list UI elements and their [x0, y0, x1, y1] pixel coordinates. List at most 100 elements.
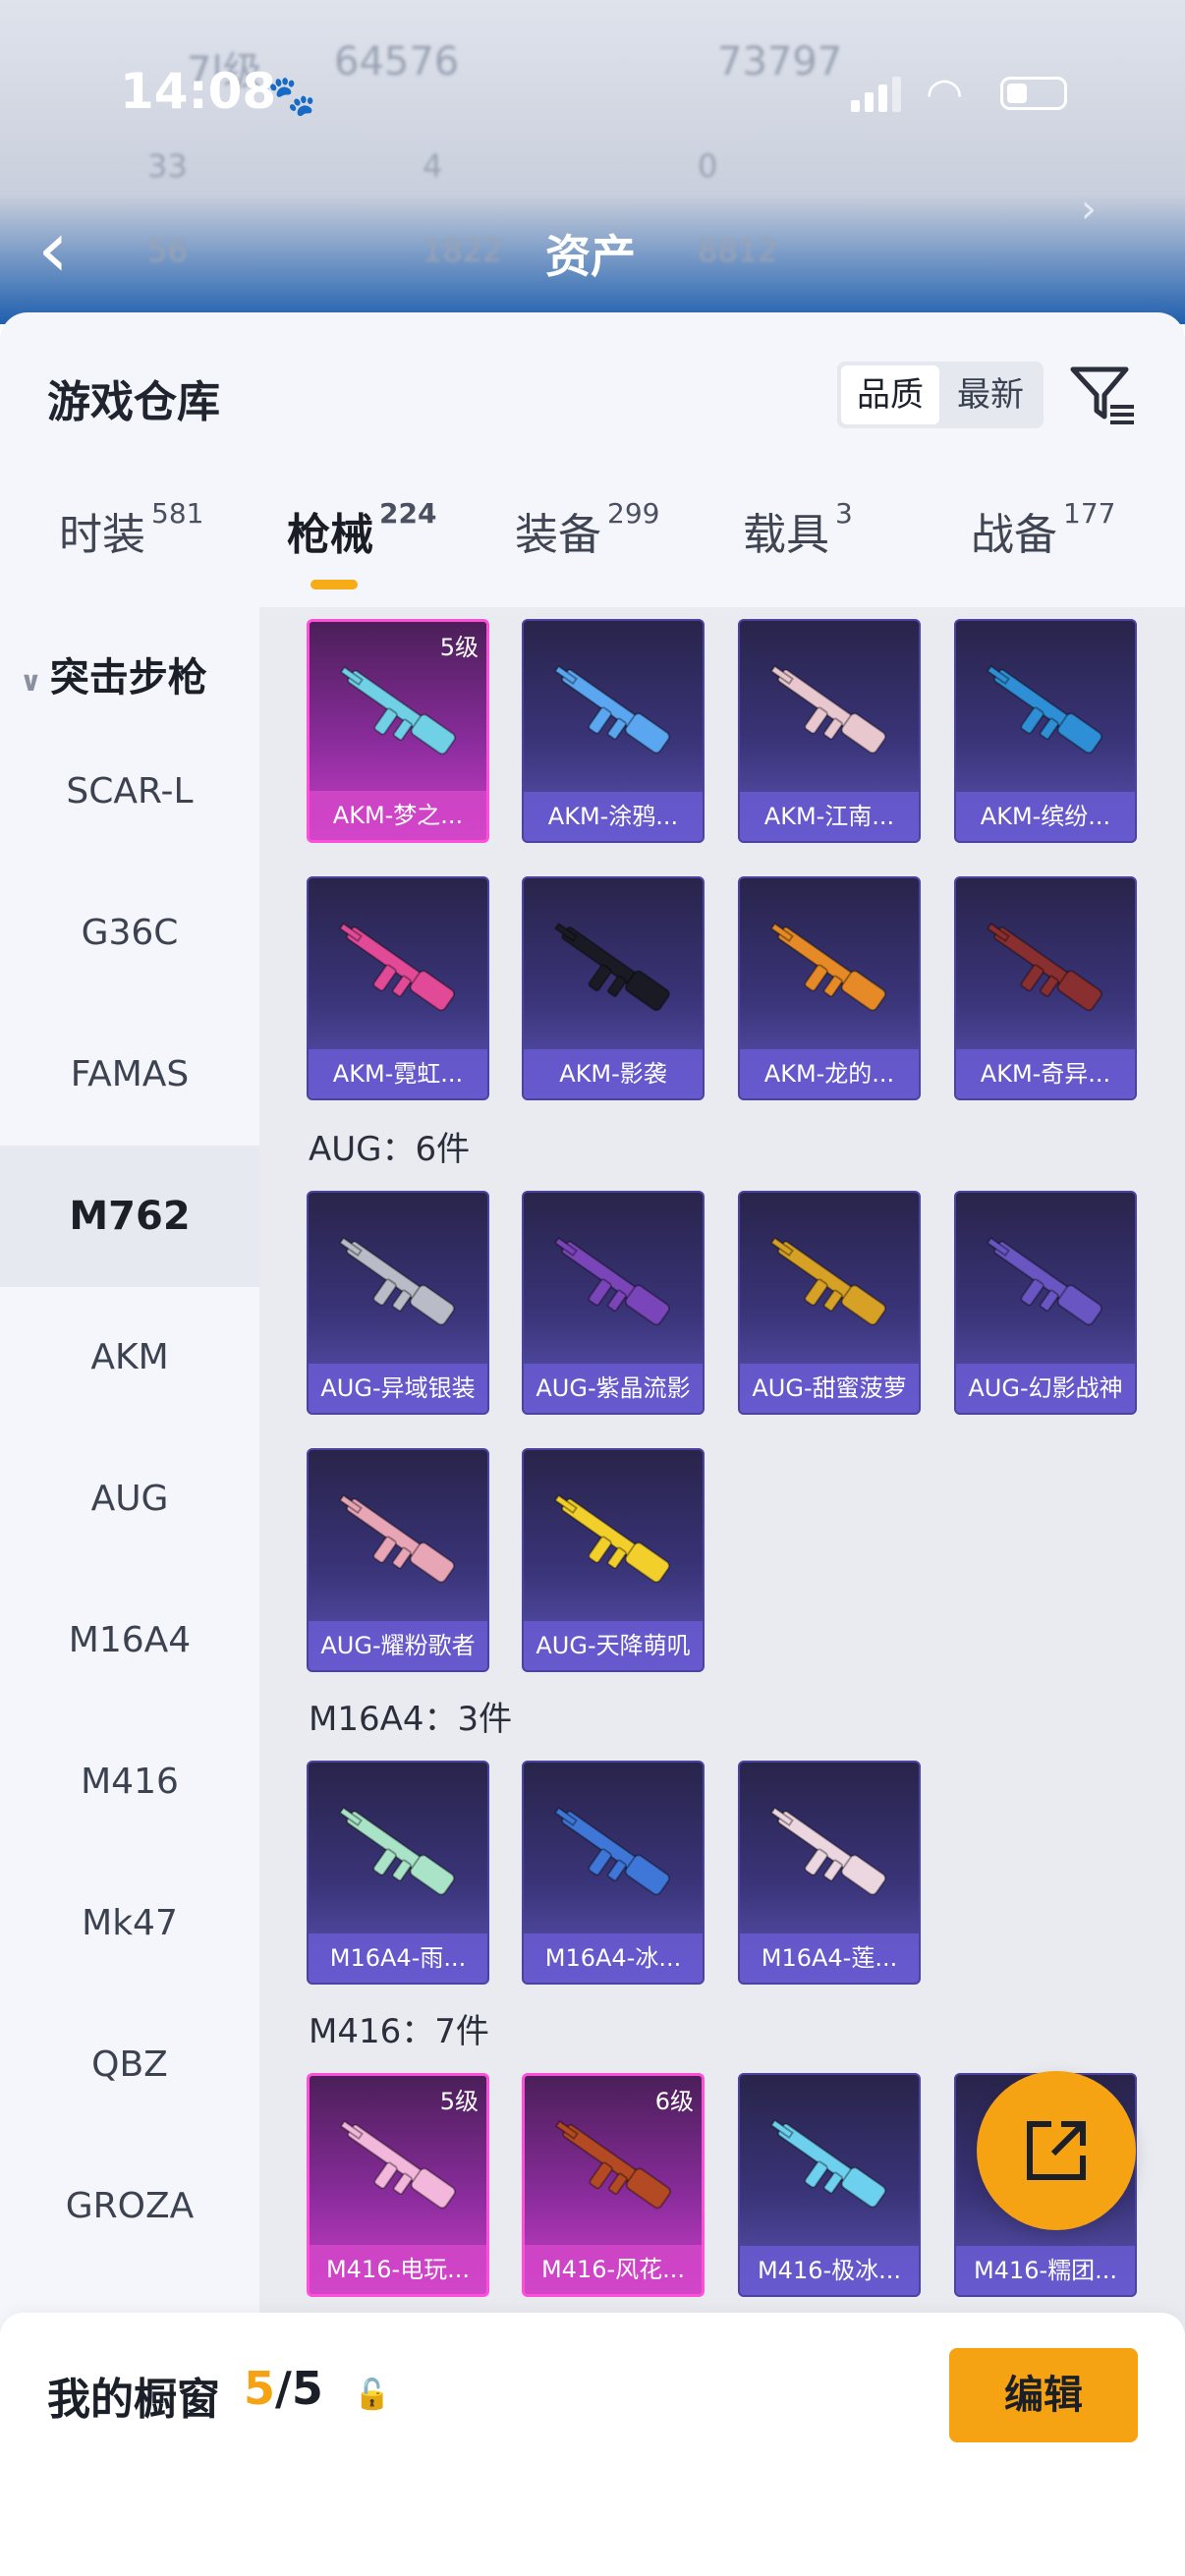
item-level-badge: 5级	[439, 634, 479, 661]
gun-icon	[553, 1236, 670, 1326]
lock-icon: 🔓	[354, 2378, 391, 2412]
gun-icon	[338, 922, 455, 1012]
item-card[interactable]: 5级 M416-电玩...	[307, 2073, 489, 2297]
gun-icon	[553, 664, 670, 755]
sidebar-item[interactable]: G36C	[0, 863, 259, 1004]
item-name: AUG-紫晶流影	[524, 1364, 703, 1413]
bg-stat: 0	[698, 147, 718, 185]
item-name: AUG-甜蜜菠萝	[740, 1364, 919, 1413]
tab-equipment[interactable]: 装备 299	[515, 497, 659, 562]
item-card[interactable]: 5级 AKM-梦之...	[307, 619, 489, 843]
sidebar-item[interactable]: SCAR-L	[0, 721, 259, 863]
back-arrow-icon[interactable]: ‹	[37, 210, 69, 289]
gun-icon	[986, 1236, 1102, 1326]
item-card[interactable]: AUG-异域银装	[307, 1191, 489, 1415]
item-card[interactable]: AUG-天降萌叽	[522, 1448, 705, 1672]
item-card[interactable]: AKM-龙的...	[738, 876, 921, 1100]
item-card[interactable]: AUG-甜蜜菠萝	[738, 1191, 921, 1415]
item-card[interactable]: AKM-奇异...	[954, 876, 1137, 1100]
gun-icon	[338, 1236, 455, 1326]
sort-option-newest[interactable]: 最新	[941, 365, 1040, 424]
gun-icon	[986, 922, 1102, 1012]
item-card[interactable]: M16A4-冰...	[522, 1761, 705, 1985]
item-card[interactable]: AKM-江南...	[738, 619, 921, 843]
item-card[interactable]: 6级 M416-风花...	[522, 2073, 705, 2297]
item-card[interactable]: AUG-幻影战神	[954, 1191, 1137, 1415]
gun-icon	[554, 2119, 671, 2210]
signal-icon	[851, 77, 906, 112]
status-bar: 14:08 🐾 ◠	[0, 59, 1185, 128]
sidebar-item[interactable]: M16A4	[0, 1570, 259, 1711]
share-fab[interactable]	[977, 2071, 1136, 2230]
sidebar-category-label: 突击步枪	[49, 655, 207, 700]
chevron-down-icon: ∨	[20, 665, 42, 698]
item-name: M416-极冰...	[740, 2246, 919, 2295]
gun-icon	[339, 2119, 456, 2210]
tab-outfits[interactable]: 时装 581	[59, 497, 203, 562]
item-name: M16A4-雨...	[309, 1933, 487, 1983]
item-name: M416-电玩...	[310, 2245, 486, 2294]
showcase-used: 5	[244, 2362, 276, 2415]
battery-icon	[1000, 77, 1067, 110]
item-level-badge: 5级	[439, 2088, 479, 2115]
item-name: M16A4-莲...	[740, 1933, 919, 1983]
group-header: AUG：6件	[309, 1130, 471, 1169]
paw-icon: 🐾	[267, 74, 316, 119]
item-name: M416-风花...	[525, 2245, 702, 2294]
item-name: AUG-幻影战神	[956, 1364, 1135, 1413]
item-card[interactable]: AKM-缤纷...	[954, 619, 1137, 843]
background-page: 7l级 64576 73797 33 4 0 56 1822 8812 14:0…	[0, 0, 1185, 324]
item-name: M16A4-冰...	[524, 1933, 703, 1983]
item-name: AKM-影袭	[524, 1049, 703, 1098]
sidebar-item[interactable]: Mk47	[0, 1853, 259, 1994]
gun-icon	[338, 1493, 455, 1584]
item-name: AKM-涂鸦...	[524, 792, 703, 841]
item-card[interactable]: M16A4-雨...	[307, 1761, 489, 1985]
sidebar-item[interactable]: GROZA	[0, 2136, 259, 2277]
gun-icon	[769, 664, 886, 755]
item-name: AKM-奇异...	[956, 1049, 1135, 1098]
group-header: M416：7件	[309, 2012, 489, 2051]
item-card[interactable]: AUG-紫晶流影	[522, 1191, 705, 1415]
item-name: M416-糯团...	[956, 2246, 1135, 2295]
external-link-icon	[1027, 2121, 1086, 2180]
item-card[interactable]: AUG-耀粉歌者	[307, 1448, 489, 1672]
gun-icon	[553, 1806, 670, 1896]
sidebar-item[interactable]: AUG	[0, 1428, 259, 1570]
item-card[interactable]: M16A4-莲...	[738, 1761, 921, 1985]
showcase-count: 5/5	[244, 2362, 323, 2415]
inventory-sheet: 游戏仓库 品质 最新 时装 581 枪械 224 装备 299 载具 3 战备 177 ∨…	[0, 312, 1185, 2576]
bg-page-title: 资产	[545, 230, 636, 283]
item-name: AUG-异域银装	[309, 1364, 487, 1413]
item-card[interactable]: AKM-影袭	[522, 876, 705, 1100]
sheet-title: 游戏仓库	[47, 377, 220, 427]
sidebar-item-active[interactable]: M762	[0, 1146, 259, 1287]
item-card[interactable]: AKM-霓虹...	[307, 876, 489, 1100]
sort-toggle[interactable]: 品质 最新	[837, 362, 1044, 428]
sidebar-item[interactable]: FAMAS	[0, 1004, 259, 1146]
item-card[interactable]: M416-极冰...	[738, 2073, 921, 2297]
bg-stat: 8812	[698, 232, 778, 269]
tab-supplies[interactable]: 战备 177	[971, 497, 1115, 562]
filter-icon[interactable]	[1069, 360, 1138, 428]
sort-option-quality[interactable]: 品质	[841, 365, 939, 424]
item-name: AKM-梦之...	[310, 791, 486, 840]
bg-stat: 56	[147, 232, 188, 269]
item-name: AUG-天降萌叽	[524, 1621, 703, 1670]
sidebar-item[interactable]: M416	[0, 1711, 259, 1853]
gun-icon	[553, 1493, 670, 1584]
gun-icon	[769, 2118, 886, 2209]
gun-icon	[986, 664, 1102, 755]
showcase-label: 我的橱窗	[47, 2375, 220, 2425]
status-time: 14:08	[120, 63, 277, 120]
tab-guns[interactable]: 枪械 224	[287, 497, 436, 562]
sidebar-item[interactable]: QBZ	[0, 1994, 259, 2136]
sidebar-item[interactable]: AKM	[0, 1287, 259, 1428]
gun-icon	[339, 665, 456, 756]
item-name: AKM-缤纷...	[956, 792, 1135, 841]
gun-icon	[769, 922, 886, 1012]
bg-stat: 1822	[423, 232, 503, 269]
edit-button[interactable]: 编辑	[949, 2348, 1138, 2442]
tab-vehicles[interactable]: 载具 3	[743, 497, 853, 562]
item-card[interactable]: AKM-涂鸦...	[522, 619, 705, 843]
